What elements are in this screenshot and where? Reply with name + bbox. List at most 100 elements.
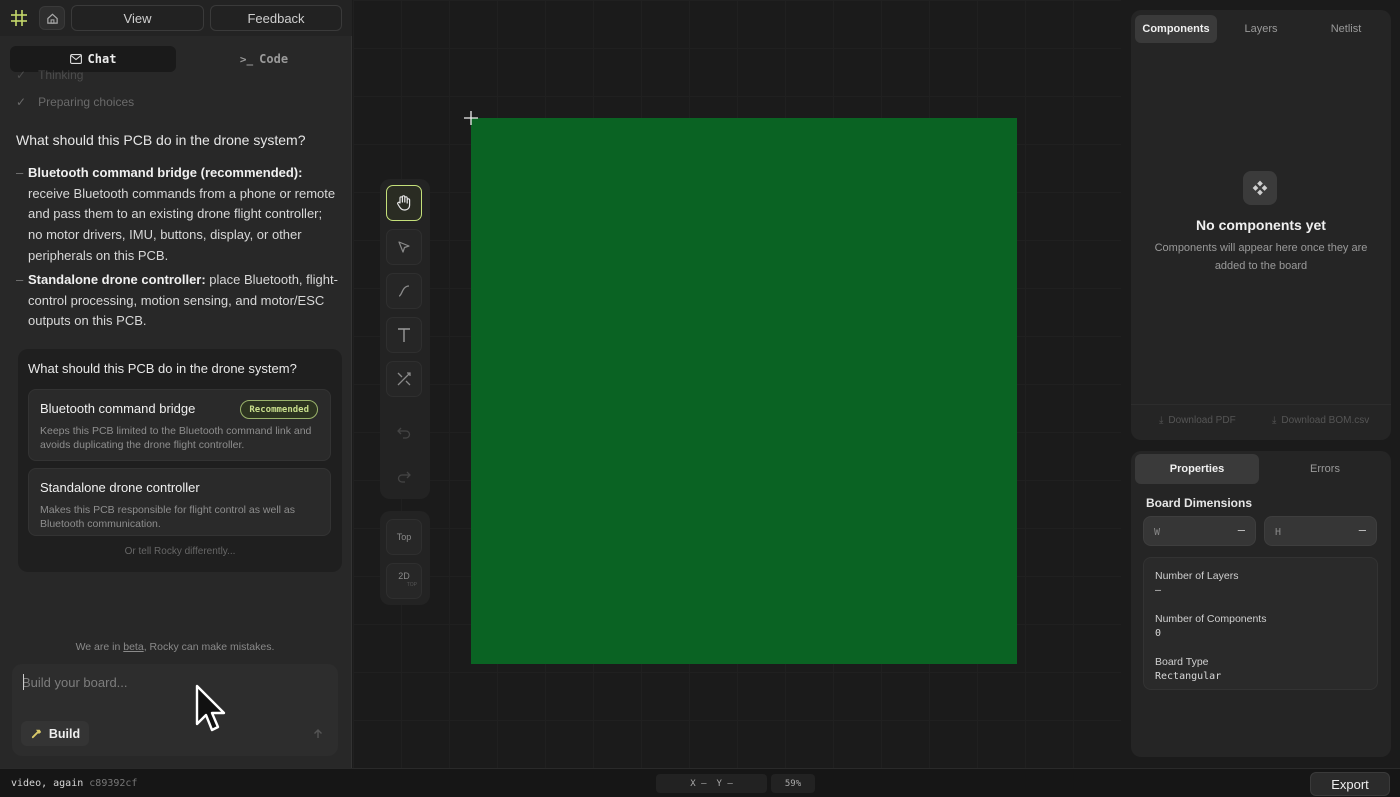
build-label: Build xyxy=(48,726,81,741)
option-bullet: – Standalone drone controller: place Blu… xyxy=(16,270,338,332)
x-label: X xyxy=(690,778,696,789)
text-tool-button[interactable] xyxy=(386,317,422,353)
top-bar: View Feedback xyxy=(0,0,352,36)
beta-prefix: We are in xyxy=(75,641,124,653)
download-bar: ⤓ Download PDF ⤓ Download BOM.csv xyxy=(1131,404,1391,434)
components-count-value: 0 xyxy=(1155,628,1162,639)
preparing-step: ✓ Preparing choices xyxy=(16,95,134,109)
y-label: Y xyxy=(716,778,722,789)
layers-label: Number of Layers xyxy=(1155,570,1239,582)
bullet-title: Bluetooth command bridge (recommended): xyxy=(28,165,303,180)
feedback-button[interactable]: Feedback xyxy=(210,5,342,31)
choice-card: What should this PCB do in the drone sys… xyxy=(18,349,342,572)
tool-palette xyxy=(380,179,430,499)
undo-icon xyxy=(397,427,411,439)
check-icon: ✓ xyxy=(16,95,27,109)
tab-netlist[interactable]: Netlist xyxy=(1305,15,1387,43)
board-type-label: Board Type xyxy=(1155,656,1209,668)
choice-option-standalone-controller[interactable]: Standalone drone controller Makes this P… xyxy=(28,468,331,536)
properties-panel: Properties Errors Board Dimensions – – N… xyxy=(1131,451,1391,757)
view-mode-label: 2D xyxy=(398,571,410,581)
option-title: Standalone drone controller xyxy=(40,480,200,495)
width-suffix: – xyxy=(1237,522,1245,537)
bullet-text: receive Bluetooth commands from a phone … xyxy=(28,185,336,263)
hammer-icon xyxy=(31,729,42,739)
terminal-icon: >_ xyxy=(239,52,254,66)
tab-errors[interactable]: Errors xyxy=(1263,454,1387,484)
pcb-canvas[interactable]: Top 2D TOP xyxy=(353,0,1121,768)
pcb-board[interactable] xyxy=(471,118,1017,664)
beta-suffix: , Rocky can make mistakes. xyxy=(143,641,275,653)
properties-tabs: Properties Errors xyxy=(1135,454,1387,484)
option-description: Keeps this PCB limited to the Bluetooth … xyxy=(40,425,312,451)
tab-components[interactable]: Components xyxy=(1135,15,1217,43)
tab-code[interactable]: >_ Code xyxy=(186,46,342,72)
recommended-badge: Recommended xyxy=(240,400,318,419)
download-bom-button[interactable]: ⤓ Download BOM.csv xyxy=(1272,415,1369,426)
height-field[interactable]: – xyxy=(1264,516,1377,546)
mouse-cursor-icon xyxy=(195,684,226,732)
board-type-value: Rectangular xyxy=(1155,671,1222,682)
download-pdf-label: Download PDF xyxy=(1168,415,1236,426)
commit-info: video, again c89392cf xyxy=(11,778,137,789)
undo-button[interactable] xyxy=(386,414,422,450)
thinking-label: Thinking xyxy=(38,68,84,82)
export-button[interactable]: Export xyxy=(1310,772,1390,796)
home-button[interactable] xyxy=(39,6,65,30)
option-description: Makes this PCB responsible for flight co… xyxy=(40,504,296,530)
origin-crosshair-icon xyxy=(464,111,478,125)
option-title: Bluetooth command bridge xyxy=(40,401,196,416)
download-pdf-button[interactable]: ⤓ Download PDF xyxy=(1159,415,1236,426)
tell-rocky-link[interactable]: Or tell Rocky differently... xyxy=(18,546,342,557)
x-value: – xyxy=(701,778,707,789)
text-caret xyxy=(23,674,24,690)
hand-tool-button[interactable] xyxy=(386,185,422,221)
tab-code-label: Code xyxy=(259,52,289,66)
view-button[interactable]: View xyxy=(71,5,204,31)
assistant-question: What should this PCB do in the drone sys… xyxy=(16,132,306,148)
prompt-input[interactable] xyxy=(22,672,322,692)
download-bom-label: Download BOM.csv xyxy=(1281,415,1370,426)
arrow-up-icon xyxy=(314,729,322,738)
build-button[interactable]: Build xyxy=(21,721,89,746)
commit-hash: c89392cf xyxy=(89,778,138,789)
home-icon xyxy=(46,13,58,24)
view-mode-sub: TOP xyxy=(406,582,417,588)
empty-state-title: No components yet xyxy=(1196,217,1326,233)
components-icon xyxy=(1243,171,1277,205)
height-suffix: – xyxy=(1358,522,1366,537)
height-input[interactable] xyxy=(1275,524,1345,540)
status-bar: video, again c89392cf X – Y – 59% Export xyxy=(0,768,1400,797)
components-tabs: Components Layers Netlist xyxy=(1135,15,1387,43)
y-value: – xyxy=(727,778,733,789)
route-tool-button[interactable] xyxy=(386,273,422,309)
components-count-label: Number of Components xyxy=(1155,613,1267,625)
layers-value: – xyxy=(1155,585,1162,596)
grid-logo-icon[interactable] xyxy=(8,7,30,29)
width-field[interactable]: – xyxy=(1143,516,1256,546)
hand-icon xyxy=(397,195,411,211)
layer-toggle-button[interactable]: Top xyxy=(386,519,422,555)
autoroute-tool-button[interactable] xyxy=(386,361,422,397)
bullet-dash: – xyxy=(16,165,24,180)
zoom-level[interactable]: 59% xyxy=(771,774,815,793)
choice-option-bluetooth-bridge[interactable]: Bluetooth command bridge Recommended Kee… xyxy=(28,389,331,461)
route-icon xyxy=(398,285,410,297)
width-input[interactable] xyxy=(1154,524,1224,540)
option-bullet: – Bluetooth command bridge (recommended)… xyxy=(16,163,338,267)
text-icon xyxy=(398,328,410,342)
send-button[interactable] xyxy=(308,724,328,744)
mail-icon xyxy=(69,54,82,64)
thinking-step: ✓ Thinking xyxy=(16,68,83,82)
tab-properties[interactable]: Properties xyxy=(1135,454,1259,484)
redo-button[interactable] xyxy=(386,458,422,494)
autoroute-icon xyxy=(397,372,411,386)
board-properties: Number of Layers – Number of Components … xyxy=(1143,557,1378,690)
beta-link[interactable]: beta xyxy=(123,641,143,653)
tab-layers[interactable]: Layers xyxy=(1219,15,1303,43)
view-mode-button[interactable]: 2D TOP xyxy=(386,563,422,599)
pointer-icon xyxy=(398,241,410,253)
board-dimensions-title: Board Dimensions xyxy=(1146,496,1253,510)
select-tool-button[interactable] xyxy=(386,229,422,265)
composer: Build xyxy=(12,664,338,756)
